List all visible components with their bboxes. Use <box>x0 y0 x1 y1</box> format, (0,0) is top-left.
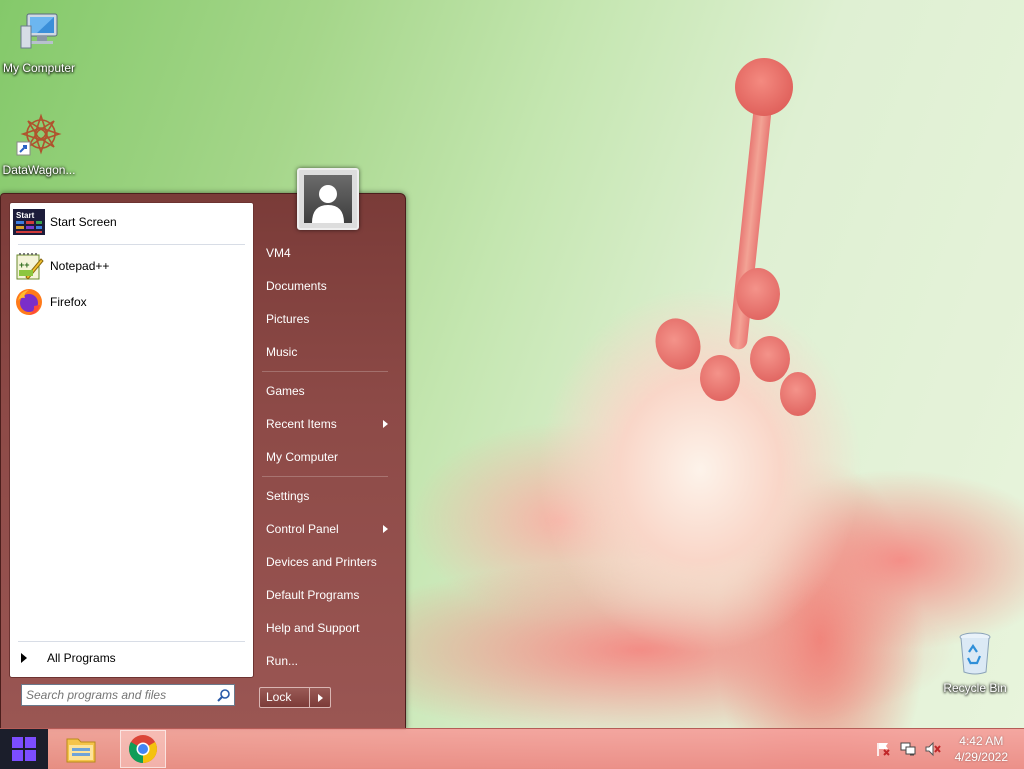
clock-time: 4:42 AM <box>959 734 1004 748</box>
start-menu-link-label: Control Panel <box>266 522 339 536</box>
start-menu-item-label: Start Screen <box>50 214 117 229</box>
search-icon[interactable] <box>214 688 234 702</box>
start-menu-link-label: Music <box>266 345 298 359</box>
submenu-arrow-icon <box>383 420 388 428</box>
svg-text:Start: Start <box>16 211 35 220</box>
start-menu-link-help-and-support[interactable]: Help and Support <box>258 615 392 641</box>
desktop-icon-my-computer[interactable]: My Computer <box>0 8 78 75</box>
start-menu-link-my-computer[interactable]: My Computer <box>258 444 392 470</box>
network-icon[interactable] <box>897 738 919 760</box>
separator <box>18 244 245 245</box>
desktop-icon-datawagon[interactable]: DataWagon... <box>0 110 78 177</box>
wallpaper-flower-stamen <box>700 355 740 401</box>
arrow-right-icon <box>21 653 27 663</box>
svg-text:++: ++ <box>19 260 30 270</box>
desktop-icon-label: Recycle Bin <box>943 681 1007 695</box>
windows-logo-icon <box>12 737 36 761</box>
start-menu-programs-pane: Start Start Screen ++ Notepad++ Firefox … <box>9 202 254 678</box>
desktop-icon-label: DataWagon... <box>2 163 76 177</box>
taskbar-chrome[interactable] <box>120 730 166 768</box>
start-menu-link-games[interactable]: Games <box>258 378 392 404</box>
file-explorer-icon <box>66 738 96 763</box>
wallpaper-flower-pistil <box>735 58 793 116</box>
desktop-icon-recycle-bin[interactable]: Recycle Bin <box>936 630 1014 695</box>
chrome-icon <box>129 735 157 763</box>
start-menu-link-settings[interactable]: Settings <box>258 483 392 509</box>
start-menu-link-label: Documents <box>266 279 327 293</box>
start-screen-icon: Start <box>13 206 45 238</box>
start-menu-link-default-programs[interactable]: Default Programs <box>258 582 392 608</box>
clock-date: 4/29/2022 <box>954 750 1008 764</box>
start-menu-link-label: Pictures <box>266 312 310 326</box>
taskbar-file-explorer[interactable] <box>58 730 104 768</box>
firefox-icon <box>13 286 45 318</box>
lock-button[interactable]: Lock <box>259 687 331 708</box>
wallpaper-flower-stamen <box>648 312 708 376</box>
start-menu-item-notepadpp[interactable]: ++ Notepad++ <box>13 249 249 282</box>
recycle-bin-icon <box>959 632 991 675</box>
start-menu-link-control-panel[interactable]: Control Panel <box>258 516 392 542</box>
wallpaper-flower-stamen <box>780 372 816 416</box>
clock[interactable]: 4:42 AM 4/29/2022 <box>955 733 1008 765</box>
lock-button-label: Lock <box>260 688 310 707</box>
start-menu-item-firefox[interactable]: Firefox <box>13 285 249 318</box>
start-menu-link-label: VM4 <box>266 246 291 260</box>
separator <box>18 641 245 642</box>
volume-muted-icon[interactable] <box>922 738 944 760</box>
start-menu-link-label: Games <box>266 384 305 398</box>
desktop-icon-label: My Computer <box>2 61 76 75</box>
start-menu-link-recent-items[interactable]: Recent Items <box>258 411 392 437</box>
separator <box>262 476 388 477</box>
wallpaper-flower-stamen <box>736 268 780 320</box>
start-menu-link-label: My Computer <box>266 450 339 464</box>
search-input[interactable] <box>22 685 214 705</box>
submenu-arrow-icon <box>383 525 388 533</box>
start-button[interactable] <box>0 729 48 769</box>
search-programs-box[interactable] <box>21 684 235 706</box>
start-menu-link-label: Settings <box>266 489 310 503</box>
taskbar: 4:42 AM 4/29/2022 <box>0 728 1024 769</box>
system-tray: 4:42 AM 4/29/2022 <box>872 729 1024 769</box>
start-menu-link-label: Recent Items <box>266 417 337 431</box>
start-menu-link-documents[interactable]: Documents <box>258 273 392 299</box>
start-menu-link-label: Run... <box>266 654 299 668</box>
start-menu-link-label: Default Programs <box>266 588 360 602</box>
start-menu-link-music[interactable]: Music <box>258 339 392 365</box>
separator <box>262 371 388 372</box>
notepadpp-icon: ++ <box>13 250 45 282</box>
power-options-arrow-icon[interactable] <box>310 688 330 707</box>
start-menu-link-label: Help and Support <box>266 621 360 635</box>
wallpaper-flower-stamen <box>750 336 790 382</box>
start-menu-link-vm4[interactable]: VM4 <box>258 240 392 266</box>
start-menu-link-label: Devices and Printers <box>266 555 377 569</box>
user-icon <box>304 175 352 223</box>
start-menu-link-pictures[interactable]: Pictures <box>258 306 392 332</box>
start-menu-link-run[interactable]: Run... <box>258 648 392 674</box>
all-programs-label: All Programs <box>47 651 116 665</box>
start-menu-item-label: Notepad++ <box>50 258 110 273</box>
start-menu-item-start-screen[interactable]: Start Start Screen <box>13 205 249 238</box>
user-avatar[interactable] <box>297 168 359 230</box>
start-menu-link-devices-and-printers[interactable]: Devices and Printers <box>258 549 392 575</box>
all-programs-button[interactable]: All Programs <box>13 646 249 670</box>
action-center-flag-icon[interactable] <box>872 738 894 760</box>
computer-icon <box>20 13 58 49</box>
datawagon-icon <box>16 113 62 156</box>
start-menu-item-label: Firefox <box>50 294 87 309</box>
